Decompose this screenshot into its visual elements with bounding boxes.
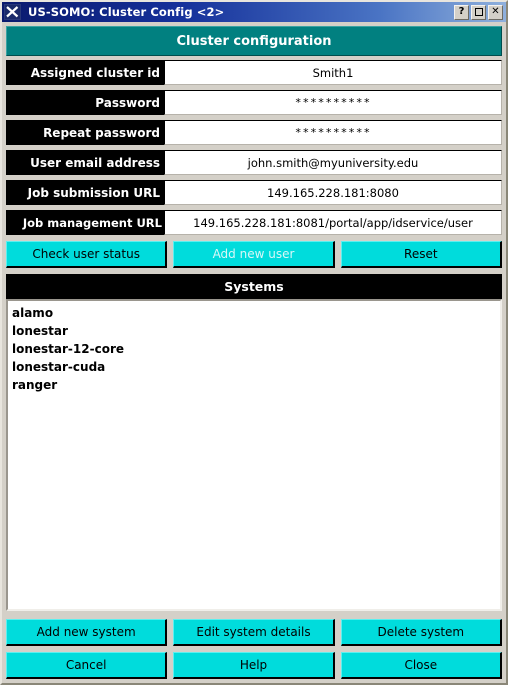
label-assigned-cluster-id: Assigned cluster id	[6, 60, 164, 85]
window-titlebar[interactable]: US-SOMO: Cluster Config <2> ? ✕	[2, 2, 506, 22]
cluster-config-form: Assigned cluster id Smith1 Password ****…	[6, 60, 502, 235]
help-button[interactable]: Help	[173, 652, 335, 679]
label-user-email-address: User email address	[6, 150, 164, 175]
repeat-password-input[interactable]: **********	[164, 120, 502, 145]
label-password: Password	[6, 90, 164, 115]
maximize-icon[interactable]	[471, 4, 486, 20]
list-item[interactable]: ranger	[12, 376, 500, 394]
list-item[interactable]: alamo	[12, 304, 500, 322]
user-action-buttons: Check user status Add new user Reset	[6, 241, 502, 268]
add-new-system-button[interactable]: Add new system	[6, 619, 168, 646]
edit-system-details-button[interactable]: Edit system details	[173, 619, 335, 646]
cancel-button[interactable]: Cancel	[6, 652, 168, 679]
field-row-repeat-password: Repeat password **********	[6, 120, 502, 145]
password-input[interactable]: **********	[164, 90, 502, 115]
x11-app-icon	[4, 4, 21, 20]
systems-list[interactable]: alamo lonestar lonestar-12-core lonestar…	[6, 299, 502, 611]
label-repeat-password: Repeat password	[6, 120, 164, 145]
window-title: US-SOMO: Cluster Config <2>	[28, 5, 225, 19]
list-item[interactable]: lonestar-cuda	[12, 358, 500, 376]
delete-system-button[interactable]: Delete system	[340, 619, 502, 646]
reset-button[interactable]: Reset	[340, 241, 502, 268]
help-icon[interactable]: ?	[454, 4, 469, 20]
cluster-config-window: US-SOMO: Cluster Config <2> ? ✕ Cluster …	[0, 0, 508, 685]
list-item[interactable]: lonestar	[12, 322, 500, 340]
field-row-assigned-cluster-id: Assigned cluster id Smith1	[6, 60, 502, 85]
user-email-address-input[interactable]: john.smith@myuniversity.edu	[164, 150, 502, 175]
page-title: Cluster configuration	[6, 26, 502, 56]
add-new-user-button: Add new user	[173, 241, 335, 268]
dialog-action-buttons: Cancel Help Close	[6, 652, 502, 679]
maximize-glyph	[474, 8, 483, 16]
field-row-job-management-url: Job management URL 149.165.228.181:8081/…	[6, 210, 502, 235]
job-submission-url-input[interactable]: 149.165.228.181:8080	[164, 180, 502, 205]
list-item[interactable]: lonestar-12-core	[12, 340, 500, 358]
close-icon[interactable]: ✕	[488, 4, 503, 20]
assigned-cluster-id-input[interactable]: Smith1	[164, 60, 502, 85]
label-job-management-url: Job management URL	[6, 210, 164, 235]
system-action-buttons: Add new system Edit system details Delet…	[6, 619, 502, 646]
window-controls: ? ✕	[454, 4, 504, 20]
systems-header: Systems	[6, 274, 502, 299]
close-button[interactable]: Close	[340, 652, 502, 679]
job-management-url-input[interactable]: 149.165.228.181:8081/portal/app/idservic…	[164, 210, 502, 235]
label-job-submission-url: Job submission URL	[6, 180, 164, 205]
check-user-status-button[interactable]: Check user status	[6, 241, 168, 268]
field-row-user-email-address: User email address john.smith@myuniversi…	[6, 150, 502, 175]
field-row-job-submission-url: Job submission URL 149.165.228.181:8080	[6, 180, 502, 205]
window-client-area: Cluster configuration Assigned cluster i…	[2, 22, 506, 683]
field-row-password: Password **********	[6, 90, 502, 115]
